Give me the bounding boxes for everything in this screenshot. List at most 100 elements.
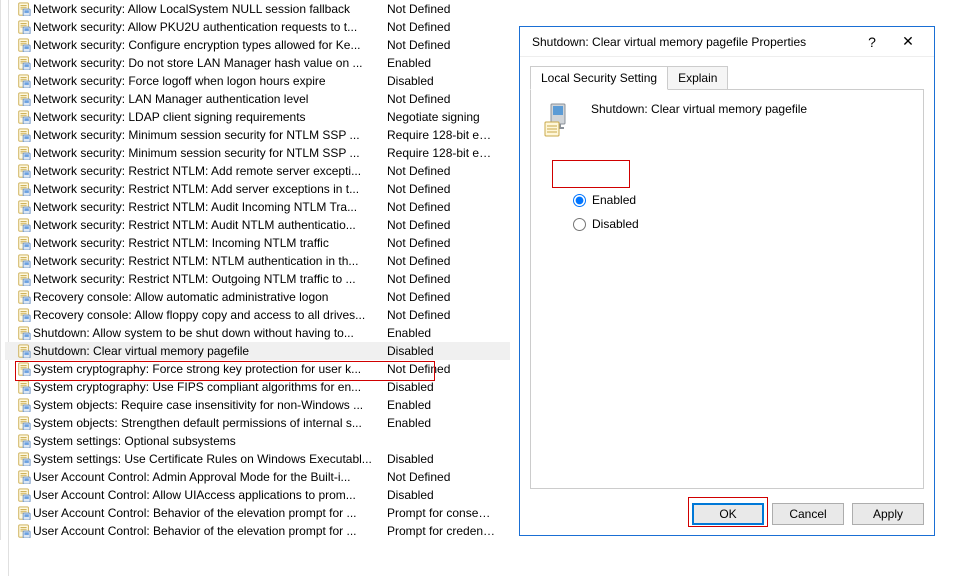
policy-name: Network security: Do not store LAN Manag… (33, 56, 387, 70)
policy-value: Negotiate signing (387, 110, 497, 124)
policy-row[interactable]: Network security: LDAP client signing re… (5, 108, 510, 126)
policy-icon (15, 488, 33, 502)
policy-name: Network security: Restrict NTLM: NTLM au… (33, 254, 387, 268)
policy-value: Not Defined (387, 308, 497, 322)
ok-button[interactable]: OK (692, 503, 764, 525)
policy-row[interactable]: User Account Control: Admin Approval Mod… (5, 468, 510, 486)
policy-value: Enabled (387, 326, 497, 340)
policy-icon (15, 470, 33, 484)
radio-enabled-label: Enabled (592, 193, 636, 207)
policy-value: Enabled (387, 56, 497, 70)
policy-row[interactable]: System objects: Strengthen default permi… (5, 414, 510, 432)
policy-row[interactable]: User Account Control: Behavior of the el… (5, 522, 510, 540)
policy-icon (15, 272, 33, 286)
policy-icon (15, 2, 33, 16)
policy-value: Disabled (387, 380, 497, 394)
policy-icon (15, 182, 33, 196)
radio-disabled[interactable] (573, 218, 586, 231)
policy-value: Not Defined (387, 20, 497, 34)
dialog-titlebar[interactable]: Shutdown: Clear virtual memory pagefile … (520, 27, 934, 57)
policy-value: Enabled (387, 416, 497, 430)
policy-large-icon (543, 102, 579, 138)
policy-row[interactable]: Network security: Force logoff when logo… (5, 72, 510, 90)
policy-row[interactable]: User Account Control: Allow UIAccess app… (5, 486, 510, 504)
policy-row[interactable]: Recovery console: Allow floppy copy and … (5, 306, 510, 324)
policy-value: Not Defined (387, 218, 497, 232)
policy-row[interactable]: Network security: Restrict NTLM: Add rem… (5, 162, 510, 180)
policy-row[interactable]: User Account Control: Behavior of the el… (5, 504, 510, 522)
policy-icon (15, 110, 33, 124)
policy-row[interactable]: Network security: Restrict NTLM: NTLM au… (5, 252, 510, 270)
policy-name: User Account Control: Behavior of the el… (33, 506, 387, 520)
close-button[interactable]: ✕ (890, 29, 926, 55)
policy-value: Prompt for credentials (387, 524, 497, 538)
policy-row[interactable]: Network security: Allow LocalSystem NULL… (5, 0, 510, 18)
policy-icon (15, 416, 33, 430)
policy-row[interactable]: System objects: Require case insensitivi… (5, 396, 510, 414)
policy-name: Network security: Restrict NTLM: Add rem… (33, 164, 387, 178)
policy-value: Prompt for consent for ... (387, 506, 497, 520)
policy-icon (15, 218, 33, 232)
policy-name: Network security: Restrict NTLM: Add ser… (33, 182, 387, 196)
policy-row[interactable]: Shutdown: Clear virtual memory pagefileD… (5, 342, 510, 360)
policy-row[interactable]: Recovery console: Allow automatic admini… (5, 288, 510, 306)
policy-row[interactable]: System cryptography: Force strong key pr… (5, 360, 510, 378)
policy-value: Disabled (387, 344, 497, 358)
policy-icon (15, 38, 33, 52)
policy-name: Network security: Configure encryption t… (33, 38, 387, 52)
policy-list[interactable]: Network security: Allow LocalSystem NULL… (0, 0, 510, 540)
policy-header: Shutdown: Clear virtual memory pagefile (543, 102, 911, 138)
policy-row[interactable]: Network security: Restrict NTLM: Incomin… (5, 234, 510, 252)
policy-name: System settings: Use Certificate Rules o… (33, 452, 387, 466)
policy-name: Network security: LAN Manager authentica… (33, 92, 387, 106)
tab-local-security-setting[interactable]: Local Security Setting (530, 66, 668, 90)
radio-disabled-row[interactable]: Disabled (573, 212, 911, 236)
policy-icon (15, 326, 33, 340)
policy-row[interactable]: Network security: Restrict NTLM: Audit I… (5, 198, 510, 216)
policy-row[interactable]: Network security: Configure encryption t… (5, 36, 510, 54)
policy-icon (15, 344, 33, 358)
policy-row[interactable]: Network security: Restrict NTLM: Outgoin… (5, 270, 510, 288)
policy-row[interactable]: Network security: Restrict NTLM: Add ser… (5, 180, 510, 198)
policy-value: Not Defined (387, 200, 497, 214)
policy-row[interactable]: Network security: Allow PKU2U authentica… (5, 18, 510, 36)
policy-name: System cryptography: Use FIPS compliant … (33, 380, 387, 394)
policy-value: Not Defined (387, 362, 497, 376)
tab-explain[interactable]: Explain (668, 66, 728, 90)
policy-value: Disabled (387, 452, 497, 466)
policy-row[interactable]: Network security: Minimum session securi… (5, 144, 510, 162)
policy-row[interactable]: System settings: Use Certificate Rules o… (5, 450, 510, 468)
policy-name: Recovery console: Allow automatic admini… (33, 290, 387, 304)
policy-row[interactable]: Network security: LAN Manager authentica… (5, 90, 510, 108)
help-button[interactable]: ? (854, 29, 890, 55)
radio-disabled-label: Disabled (592, 217, 639, 231)
dialog-button-row: OK Cancel Apply (692, 503, 924, 525)
apply-button[interactable]: Apply (852, 503, 924, 525)
cancel-button[interactable]: Cancel (772, 503, 844, 525)
properties-dialog: Shutdown: Clear virtual memory pagefile … (519, 26, 935, 536)
policy-row[interactable]: Network security: Do not store LAN Manag… (5, 54, 510, 72)
policy-row[interactable]: Network security: Minimum session securi… (5, 126, 510, 144)
policy-row[interactable]: System settings: Optional subsystems (5, 432, 510, 450)
policy-name: Network security: Restrict NTLM: Outgoin… (33, 272, 387, 286)
policy-row[interactable]: System cryptography: Use FIPS compliant … (5, 378, 510, 396)
policy-icon (15, 92, 33, 106)
policy-name: User Account Control: Allow UIAccess app… (33, 488, 387, 502)
policy-value: Not Defined (387, 182, 497, 196)
radio-enabled[interactable] (573, 194, 586, 207)
policy-name-label: Shutdown: Clear virtual memory pagefile (591, 102, 807, 116)
radio-enabled-row[interactable]: Enabled (573, 188, 911, 212)
policy-name: System objects: Require case insensitivi… (33, 398, 387, 412)
radio-group: Enabled Disabled (573, 188, 911, 236)
policy-row[interactable]: Shutdown: Allow system to be shut down w… (5, 324, 510, 342)
policy-value: Not Defined (387, 236, 497, 250)
policy-icon (15, 506, 33, 520)
policy-icon (15, 362, 33, 376)
policy-icon (15, 128, 33, 142)
policy-icon (15, 434, 33, 448)
policy-value: Not Defined (387, 272, 497, 286)
policy-icon (15, 398, 33, 412)
policy-row[interactable]: Network security: Restrict NTLM: Audit N… (5, 216, 510, 234)
policy-name: Shutdown: Allow system to be shut down w… (33, 326, 387, 340)
policy-value: Require 128-bit encrypti... (387, 128, 497, 142)
